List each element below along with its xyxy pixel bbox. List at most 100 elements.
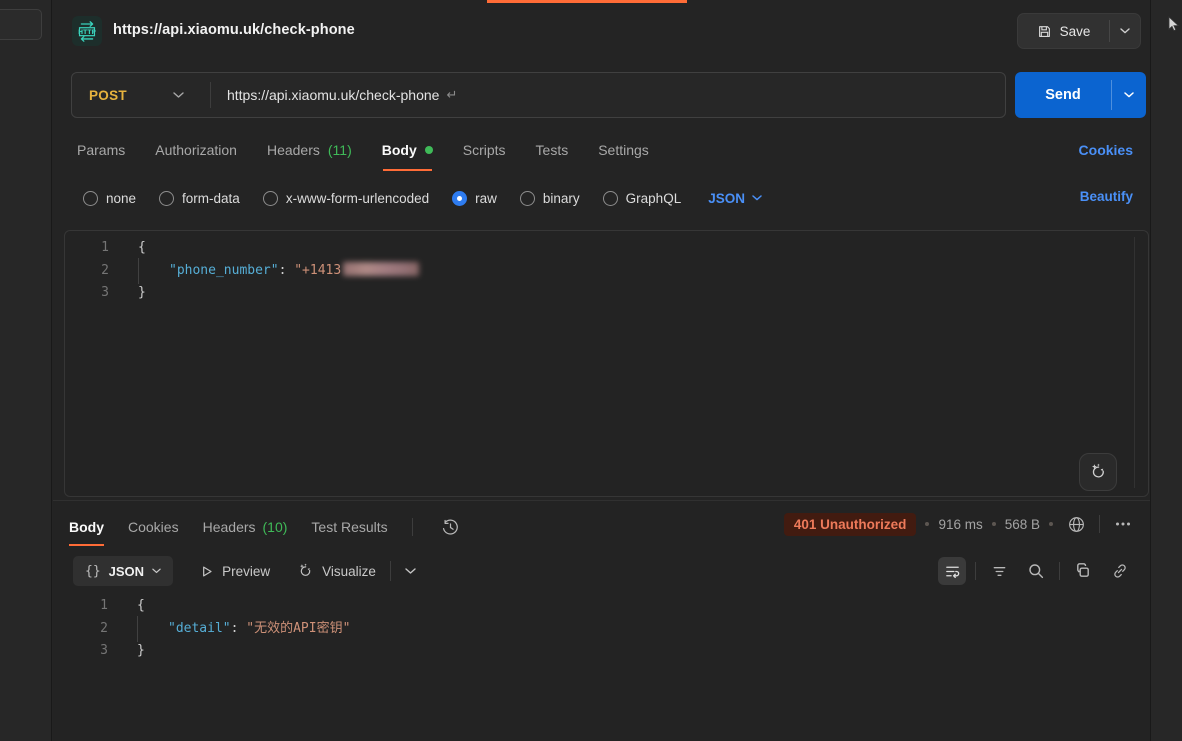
response-tab-test-results[interactable]: Test Results bbox=[311, 508, 387, 546]
status-badge[interactable]: 401 Unauthorized bbox=[784, 513, 917, 536]
preview-label: Preview bbox=[222, 564, 270, 579]
code-text: { bbox=[137, 595, 145, 618]
app-window: HTTP https://api.xiaomu.uk/check-phone S… bbox=[0, 0, 1182, 741]
chevron-down-icon bbox=[1124, 92, 1134, 98]
tab-body[interactable]: Body bbox=[382, 128, 433, 172]
radio-icon bbox=[603, 191, 618, 206]
cookies-link[interactable]: Cookies bbox=[1079, 142, 1133, 158]
code-line: 1 { bbox=[65, 237, 1148, 260]
indent-guide bbox=[137, 616, 138, 643]
send-split-button: Send bbox=[1015, 72, 1146, 118]
divider bbox=[390, 561, 391, 581]
tab-tests[interactable]: Tests bbox=[536, 128, 569, 172]
divider bbox=[1059, 562, 1060, 580]
active-tab-indicator bbox=[487, 0, 687, 3]
divider bbox=[975, 562, 976, 580]
line-number: 1 bbox=[65, 237, 109, 260]
save-options-button[interactable] bbox=[1110, 14, 1140, 48]
mode-binary[interactable]: binary bbox=[520, 191, 580, 206]
response-toolbar-right bbox=[938, 554, 1134, 588]
save-button[interactable]: Save bbox=[1018, 14, 1109, 48]
send-button-label: Send bbox=[1045, 87, 1080, 103]
postbot-button[interactable] bbox=[1079, 453, 1117, 491]
tab-label: Headers bbox=[203, 519, 256, 535]
divider bbox=[412, 518, 413, 536]
tab-label: Tests bbox=[536, 142, 569, 158]
response-tab-cookies[interactable]: Cookies bbox=[128, 508, 179, 546]
send-button[interactable]: Send bbox=[1015, 72, 1111, 118]
response-format-select[interactable]: {} JSON bbox=[73, 556, 173, 586]
body-modified-dot bbox=[425, 146, 433, 154]
sidebar-collapsed-tab[interactable] bbox=[0, 9, 42, 40]
save-button-label: Save bbox=[1060, 24, 1091, 39]
json-punct: : bbox=[279, 263, 295, 278]
request-header: HTTP https://api.xiaomu.uk/check-phone S… bbox=[53, 0, 1150, 62]
dot-separator bbox=[1049, 522, 1053, 526]
response-tab-body[interactable]: Body bbox=[69, 508, 104, 546]
code-line: 2 "detail": "无效的API密钥" bbox=[64, 618, 1120, 641]
tab-scripts[interactable]: Scripts bbox=[463, 128, 506, 172]
left-sidebar-strip bbox=[0, 0, 52, 741]
line-number: 2 bbox=[65, 260, 109, 283]
save-split-button: Save bbox=[1017, 13, 1141, 49]
response-toolbar: {} JSON Preview bbox=[53, 554, 1150, 588]
method-selector[interactable]: POST bbox=[72, 88, 127, 103]
wrap-text-button[interactable] bbox=[938, 557, 966, 585]
code-line: 1 { bbox=[64, 595, 1120, 618]
tab-label: Test Results bbox=[311, 519, 387, 535]
method-chevron-down-icon[interactable] bbox=[173, 92, 184, 99]
response-time[interactable]: 916 ms bbox=[938, 517, 982, 532]
tab-params[interactable]: Params bbox=[77, 128, 125, 172]
filter-button[interactable] bbox=[985, 557, 1013, 585]
link-button[interactable] bbox=[1106, 557, 1134, 585]
language-select[interactable]: JSON bbox=[708, 191, 762, 206]
line-number: 3 bbox=[64, 640, 108, 663]
url-divider bbox=[210, 82, 211, 108]
response-tab-headers[interactable]: Headers (10) bbox=[203, 508, 288, 546]
search-button[interactable] bbox=[1022, 557, 1050, 585]
response-meta: 401 Unauthorized 916 ms 568 B bbox=[784, 510, 1137, 538]
history-icon bbox=[441, 518, 460, 537]
divider bbox=[1099, 515, 1100, 533]
mode-form-data[interactable]: form-data bbox=[159, 191, 240, 206]
mode-label: binary bbox=[543, 191, 580, 206]
chevron-down-icon bbox=[752, 195, 762, 201]
toolbar-chevron-down-icon[interactable] bbox=[405, 568, 416, 575]
json-key: "phone_number" bbox=[169, 263, 279, 278]
copy-button[interactable] bbox=[1069, 557, 1097, 585]
request-body-editor[interactable]: 1 { 2 "phone_number": "+1413 3 } bbox=[64, 230, 1149, 497]
network-info-button[interactable] bbox=[1062, 510, 1090, 538]
code-text: { bbox=[138, 237, 146, 260]
tab-settings[interactable]: Settings bbox=[598, 128, 649, 172]
tab-headers[interactable]: Headers (11) bbox=[267, 128, 352, 172]
editor-scrollbar[interactable] bbox=[1134, 237, 1135, 488]
tab-authorization[interactable]: Authorization bbox=[155, 128, 237, 172]
url-row: POST https://api.xiaomu.uk/check-phone ↵… bbox=[53, 72, 1150, 118]
chevron-down-icon bbox=[152, 568, 161, 574]
url-input[interactable]: https://api.xiaomu.uk/check-phone bbox=[227, 87, 439, 103]
mode-none[interactable]: none bbox=[83, 191, 136, 206]
mode-graphql[interactable]: GraphQL bbox=[603, 191, 682, 206]
mode-label: none bbox=[106, 191, 136, 206]
visualize-icon bbox=[296, 562, 314, 580]
visualize-button[interactable]: Visualize bbox=[296, 562, 376, 580]
response-more-button[interactable] bbox=[1109, 510, 1137, 538]
response-history-button[interactable] bbox=[437, 513, 465, 541]
mode-raw[interactable]: raw bbox=[452, 191, 497, 206]
tab-label: Scripts bbox=[463, 142, 506, 158]
indent-guide bbox=[138, 258, 139, 285]
svg-text:HTTP: HTTP bbox=[78, 29, 96, 36]
play-icon bbox=[199, 564, 214, 579]
mode-x-www-form-urlencoded[interactable]: x-www-form-urlencoded bbox=[263, 191, 429, 206]
mouse-cursor bbox=[1168, 16, 1181, 33]
response-body-editor[interactable]: 1 { 2 "detail": "无效的API密钥" 3 } bbox=[64, 595, 1120, 663]
send-options-button[interactable] bbox=[1112, 72, 1146, 118]
tab-label: Settings bbox=[598, 142, 649, 158]
tab-label: Authorization bbox=[155, 142, 237, 158]
tab-label: Cookies bbox=[128, 519, 179, 535]
request-title: https://api.xiaomu.uk/check-phone bbox=[113, 22, 355, 38]
json-value: "+1413 bbox=[294, 263, 341, 278]
preview-button[interactable]: Preview bbox=[199, 564, 270, 579]
beautify-link[interactable]: Beautify bbox=[1080, 189, 1133, 204]
response-size[interactable]: 568 B bbox=[1005, 517, 1040, 532]
